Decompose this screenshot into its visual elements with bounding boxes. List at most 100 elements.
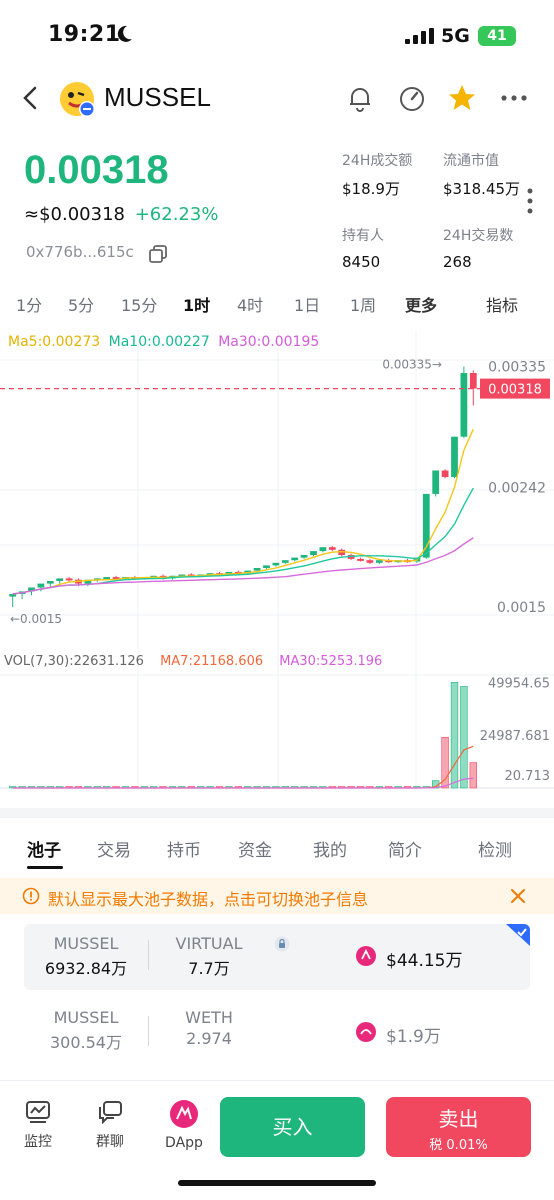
pool-token-b-amount: 7.7万	[188, 959, 230, 978]
tf-1m[interactable]: 1分	[16, 292, 42, 316]
ma10-label: Ma10:0.00227	[108, 334, 210, 350]
buy-button[interactable]: 买入	[220, 1097, 365, 1157]
candle-body	[357, 558, 364, 561]
pool-card-virtual[interactable]: MUSSEL 6932.84万 VIRTUAL 7.7万 $44.15万	[24, 924, 530, 990]
warning-icon	[22, 887, 40, 905]
timeframe-bar: 1分 5分 15分 1时 4时 1日 1周 更多 指标	[0, 288, 554, 318]
section-divider	[0, 808, 554, 818]
tf-5m[interactable]: 5分	[68, 292, 94, 316]
usd-price: ≈$0.00318	[24, 204, 125, 225]
candle-body	[441, 470, 449, 477]
candle-body	[9, 594, 17, 597]
pool-separator	[148, 940, 149, 970]
candle-body	[366, 560, 374, 563]
copy-icon[interactable]	[148, 244, 168, 264]
tab-check[interactable]: 检测	[478, 836, 512, 861]
pool-token-b-name: WETH	[185, 1008, 233, 1027]
tf-more[interactable]: 更多	[405, 292, 437, 316]
tab-pools[interactable]: 池子	[27, 836, 61, 861]
sell-tax: 税 0.01%	[429, 1138, 488, 1153]
network-label: 5G	[441, 25, 470, 47]
stat-24h-volume: 24H成交额 $18.9万	[342, 150, 412, 199]
stat-market-cap: 流通市值 $318.45万	[443, 150, 520, 199]
tf-1d[interactable]: 1日	[294, 292, 320, 316]
vol-ma30-label: MA30:5253.196	[279, 654, 383, 669]
tab-trades[interactable]: 交易	[97, 836, 131, 861]
pool-token-a: MUSSEL 300.54万	[38, 1008, 134, 1053]
price-axis-label: 0.00242	[488, 480, 546, 496]
detail-tabs: 池子 交易 持币 资金 我的 简介 检测	[0, 834, 554, 870]
stat-label: 24H成交额	[342, 153, 413, 169]
bell-icon[interactable]	[344, 82, 376, 114]
monitor-label: 监控	[24, 1134, 52, 1150]
vol-ma7-line	[12, 745, 474, 789]
vol-label: VOL(7,30):22631.126	[4, 654, 144, 669]
top-nav: MUSSEL	[0, 72, 554, 124]
candle-body	[319, 547, 327, 552]
dex-logo-icon	[356, 1022, 376, 1042]
candlestick-chart[interactable]: 0.00318 0.00335 0.00242 0.0015 49954.65 24987…	[0, 330, 554, 800]
candle-body	[328, 547, 336, 550]
stat-label: 持有人	[342, 228, 384, 244]
price-axis-label: 0.00335	[488, 360, 546, 376]
current-price-label: 0.00318	[488, 383, 542, 398]
stat-value: $18.9万	[342, 180, 400, 198]
star-icon[interactable]	[446, 82, 478, 114]
monitor-button[interactable]: 监控	[8, 1099, 68, 1151]
chat-label: 群聊	[96, 1134, 124, 1150]
ma5-label: Ma5:0.00273	[8, 334, 101, 350]
tf-1w[interactable]: 1周	[350, 292, 376, 316]
pool-token-b-name: VIRTUAL	[175, 934, 243, 953]
pool-notice[interactable]: 默认显示最大池子数据，点击可切换池子信息	[0, 878, 554, 914]
candle-body	[460, 373, 468, 437]
volume-bar	[441, 736, 449, 789]
candle-body	[281, 560, 289, 563]
chat-button[interactable]: 群聊	[80, 1099, 140, 1151]
stat-value: 8450	[342, 253, 381, 271]
stat-holders: 持有人 8450	[342, 225, 384, 271]
pool-token-a: MUSSEL 6932.84万	[38, 934, 134, 979]
pool-token-a-amount: 6932.84万	[44, 959, 128, 978]
tab-intro[interactable]: 简介	[388, 836, 422, 861]
battery-icon: 41	[478, 26, 516, 46]
pool-token-a-amount: 300.54万	[50, 1033, 122, 1052]
candle-body	[65, 578, 73, 581]
volume-bar	[460, 686, 468, 789]
tab-underline	[27, 866, 63, 869]
tab-mine[interactable]: 我的	[313, 836, 347, 861]
ma30-label: Ma30:0.00195	[218, 334, 320, 350]
pool-token-b-amount: 2.974	[186, 1029, 232, 1048]
back-icon[interactable]	[18, 84, 44, 112]
candle-body	[451, 436, 458, 477]
more-icon[interactable]	[498, 82, 530, 114]
high-marker: 0.00335→	[382, 358, 442, 372]
contract-address: 0x776b...615c	[26, 243, 134, 261]
pool-token-a-name: MUSSEL	[53, 1008, 119, 1027]
moon-icon	[117, 25, 132, 42]
dapp-label: DApp	[165, 1135, 203, 1151]
volume-bar	[450, 682, 459, 789]
signal-icon	[405, 28, 434, 44]
tab-funds[interactable]: 资金	[238, 836, 272, 861]
dapp-button[interactable]: DApp	[154, 1099, 214, 1151]
notice-text: 默认显示最大池子数据，点击可切换池子信息	[48, 890, 369, 909]
candle-body	[310, 551, 317, 555]
gauge-icon[interactable]	[396, 82, 428, 114]
candle-body	[432, 470, 440, 494]
chat-icon	[99, 1101, 122, 1125]
tf-indicators[interactable]: 指标	[486, 292, 518, 316]
tf-15m[interactable]: 15分	[121, 292, 157, 316]
tf-4h[interactable]: 4时	[237, 292, 263, 316]
candle-body	[300, 555, 308, 558]
candle-body	[469, 373, 477, 389]
sell-button[interactable]: 卖出 税 0.01%	[386, 1097, 531, 1157]
status-time: 19:21	[48, 22, 121, 47]
pool-card-weth[interactable]: MUSSEL 300.54万 WETH 2.974 $1.9万	[24, 1000, 530, 1066]
stats-more-icon[interactable]	[524, 186, 536, 216]
pool-liquidity: $1.9万	[386, 1027, 441, 1047]
tab-holders[interactable]: 持币	[167, 836, 201, 861]
stat-24h-trades: 24H交易数 268	[443, 225, 513, 271]
close-icon[interactable]	[508, 886, 528, 906]
tf-1h[interactable]: 1时	[183, 292, 210, 316]
candle-body	[253, 568, 261, 571]
